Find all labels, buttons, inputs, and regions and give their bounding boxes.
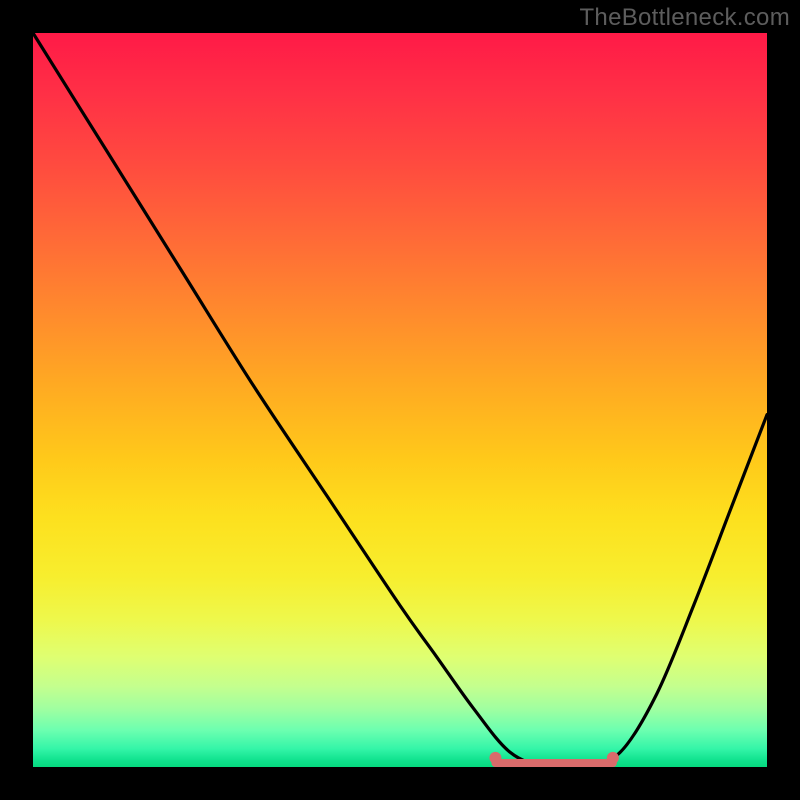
curve-svg (33, 33, 767, 767)
chart-frame: TheBottleneck.com (0, 0, 800, 800)
plot-area (33, 33, 767, 767)
flat-endpoint-dot (489, 752, 501, 764)
flat-endpoint-dot (607, 752, 619, 764)
watermark-text: TheBottleneck.com (579, 4, 790, 32)
bottleneck-curve (33, 33, 767, 769)
